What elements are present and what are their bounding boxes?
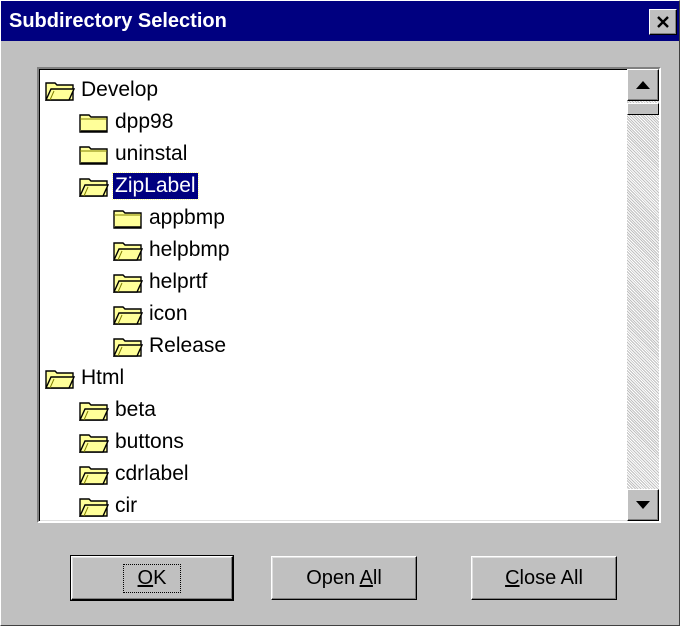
folder-open-icon <box>113 302 147 326</box>
folder-open-icon <box>113 270 147 294</box>
ok-button-label: OK <box>122 563 182 593</box>
directory-tree[interactable]: Develop dpp98 uninstal ZipLabel appbmp helpbm… <box>37 67 661 523</box>
tree-item-cdrlabel[interactable]: cdrlabel <box>79 459 191 489</box>
tree-item-label: dpp98 <box>115 110 174 133</box>
tree-item-label: cir <box>115 494 138 517</box>
tree-item-label: cdrlabel <box>115 462 189 485</box>
folder-open-icon <box>45 78 79 102</box>
folder-closed-icon <box>79 142 113 166</box>
folder-open-icon <box>113 334 147 358</box>
folder-open-icon <box>79 494 113 518</box>
scroll-thumb[interactable] <box>627 103 659 115</box>
tree-item-ziplabel[interactable]: ZipLabel <box>79 171 199 201</box>
arrow-up-icon <box>636 81 650 89</box>
tree-item-label: Develop <box>81 78 159 101</box>
tree-item-helpbmp[interactable]: helpbmp <box>113 235 232 265</box>
folder-closed-icon <box>113 206 147 230</box>
tree-item-label: icon <box>149 302 188 325</box>
subdirectory-selection-dialog: Subdirectory Selection Develop dpp98 unins… <box>0 0 680 626</box>
open-all-label: Open All <box>306 566 382 589</box>
folder-open-icon <box>45 366 79 390</box>
vertical-scrollbar[interactable] <box>627 69 659 521</box>
tree-item-label: beta <box>115 398 156 421</box>
window-title: Subdirectory Selection <box>9 10 227 32</box>
tree-item-helprtf[interactable]: helprtf <box>113 267 209 297</box>
tree-item-release[interactable]: Release <box>113 331 228 361</box>
scroll-up-button[interactable] <box>627 69 659 101</box>
tree-item-label: Release <box>149 334 227 357</box>
close-button[interactable] <box>649 9 677 35</box>
open-all-button[interactable]: Open All <box>271 556 417 600</box>
tree-item-uninstal[interactable]: uninstal <box>79 139 189 169</box>
tree-item-label: appbmp <box>149 206 225 229</box>
tree-item-cir[interactable]: cir <box>79 491 139 521</box>
close-icon <box>657 16 669 28</box>
folder-open-icon <box>113 238 147 262</box>
tree-item-develop[interactable]: Develop <box>45 75 160 105</box>
title-bar[interactable]: Subdirectory Selection <box>1 1 679 41</box>
arrow-down-icon <box>636 501 650 509</box>
tree-item-icon[interactable]: icon <box>113 299 190 329</box>
tree-list[interactable]: Develop dpp98 uninstal ZipLabel appbmp helpbm… <box>39 69 619 521</box>
tree-item-label: uninstal <box>115 142 188 165</box>
tree-item-label: buttons <box>115 430 184 453</box>
folder-open-icon <box>79 174 113 198</box>
scroll-down-button[interactable] <box>627 489 659 521</box>
folder-open-icon <box>79 430 113 454</box>
close-all-button[interactable]: Close All <box>471 556 617 600</box>
folder-open-icon <box>79 398 113 422</box>
tree-item-buttons[interactable]: buttons <box>79 427 186 457</box>
folder-closed-icon <box>79 110 113 134</box>
tree-item-appbmp[interactable]: appbmp <box>113 203 227 233</box>
tree-item-html[interactable]: Html <box>45 363 126 393</box>
close-all-label: Close All <box>505 566 583 589</box>
folder-open-icon <box>79 462 113 486</box>
tree-item-beta[interactable]: beta <box>79 395 158 425</box>
tree-item-label: ZipLabel <box>112 172 199 200</box>
ok-button[interactable]: OK <box>70 555 234 601</box>
tree-item-label: Html <box>81 366 125 389</box>
tree-item-dpp98[interactable]: dpp98 <box>79 107 175 137</box>
tree-item-label: helprtf <box>149 270 208 293</box>
tree-item-label: helpbmp <box>149 238 230 261</box>
